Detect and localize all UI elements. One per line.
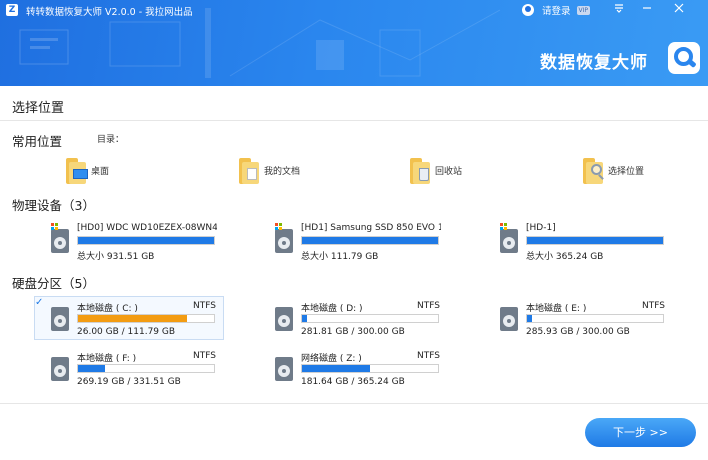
partition-c[interactable]: 本地磁盘 ( C: ) NTFS 26.00 GB / 111.79 GB (51, 301, 221, 341)
partition-name: 本地磁盘 ( E: ) (526, 304, 587, 314)
location-desktop[interactable]: 桌面 (64, 154, 109, 186)
device-name: [HD-1] (526, 223, 556, 233)
partition-size: 181.64 GB / 365.24 GB (301, 377, 405, 387)
close-icon[interactable] (672, 3, 686, 17)
partition-filesystem: NTFS (193, 351, 216, 361)
partition-name: 本地磁盘 ( C: ) (77, 304, 138, 314)
next-step-button[interactable]: 下一步 >> (585, 418, 696, 447)
hard-drive-icon (275, 229, 293, 253)
partition-f[interactable]: 本地磁盘 ( F: ) NTFS 269.19 GB / 331.51 GB (51, 351, 221, 391)
usage-fill (78, 315, 187, 322)
windows-logo-icon (500, 223, 507, 230)
partition-usage-bar (301, 364, 439, 373)
usage-fill (302, 315, 308, 322)
hard-drive-icon (500, 307, 518, 331)
location-recycle-bin[interactable]: 回收站 (408, 154, 462, 186)
app-name: 转转数据恢复大师 V2.0.0 (26, 7, 136, 18)
partition-size: 269.19 GB / 331.51 GB (77, 377, 181, 387)
partition-filesystem: NTFS (642, 301, 665, 311)
header-banner: Z 转转数据恢复大师 V2.0.0- 我拉网出品 请登录 VIP 数据恢复大师 (0, 0, 708, 86)
app-publisher: 我拉网出品 (145, 7, 193, 18)
hard-drive-icon (500, 229, 518, 253)
partition-filesystem: NTFS (417, 301, 440, 311)
title-separator: - (138, 7, 143, 18)
location-label: 选择位置 (608, 166, 645, 177)
login-label: 请登录 (542, 6, 571, 17)
partition-usage-bar (301, 314, 439, 323)
location-label: 桌面 (91, 166, 110, 177)
hard-drive-icon (51, 357, 69, 381)
physical-device-hd-1[interactable]: [HD-1] 总大小 365.24 GB (500, 223, 670, 263)
device-name: [HD1] Samsung SSD 850 EVO 1... (301, 223, 441, 233)
partitions-title: 硬盘分区（5） (12, 276, 95, 291)
location-documents[interactable]: 我的文档 (237, 154, 300, 186)
hard-drive-icon (51, 229, 69, 253)
physical-device-hd0[interactable]: [HD0] WDC WD10EZEX-08WN4... 总大小 931.51 G… (51, 223, 221, 263)
location-label: 我的文档 (264, 166, 301, 177)
device-name: [HD0] WDC WD10EZEX-08WN4... (77, 223, 217, 233)
windows-logo-icon (51, 223, 58, 230)
device-size: 总大小 931.51 GB (77, 252, 155, 262)
partition-name: 网络磁盘 ( Z: ) (301, 354, 362, 364)
partition-usage-bar (526, 314, 664, 323)
usage-fill (527, 315, 533, 322)
title-bar[interactable]: Z 转转数据恢复大师 V2.0.0- 我拉网出品 请登录 VIP (0, 0, 708, 20)
physical-device-hd1[interactable]: [HD1] Samsung SSD 850 EVO 1... 总大小 111.7… (275, 223, 445, 263)
partition-size: 26.00 GB / 111.79 GB (77, 327, 176, 337)
hard-drive-icon (275, 357, 293, 381)
divider (0, 120, 708, 121)
partition-usage-bar (77, 314, 215, 323)
browse-folder-icon (581, 156, 605, 184)
partition-e[interactable]: 本地磁盘 ( E: ) NTFS 285.93 GB / 300.00 GB (500, 301, 670, 341)
location-label: 回收站 (435, 166, 463, 177)
hard-drive-icon (275, 307, 293, 331)
vip-badge: VIP (576, 5, 591, 15)
partition-usage-bar (77, 364, 215, 373)
partition-size: 281.81 GB / 300.00 GB (301, 327, 405, 337)
partition-filesystem: NTFS (193, 301, 216, 311)
usage-fill (78, 365, 106, 372)
minimize-icon[interactable] (640, 3, 654, 17)
device-size: 总大小 365.24 GB (526, 252, 604, 262)
usage-fill (302, 365, 370, 372)
device-usage-bar (301, 236, 439, 245)
partition-filesystem: NTFS (417, 351, 440, 361)
usage-fill (302, 237, 438, 244)
device-usage-bar (77, 236, 215, 245)
common-locations-title: 常用位置 (12, 134, 63, 149)
usage-fill (78, 237, 214, 244)
login-button[interactable]: 请登录 VIP (522, 2, 591, 18)
partition-name: 本地磁盘 ( D: ) (301, 304, 363, 314)
app-logo-icon: Z (6, 4, 18, 16)
partition-z[interactable]: 网络磁盘 ( Z: ) NTFS 181.64 GB / 365.24 GB (275, 351, 445, 391)
page-title: 选择位置 (12, 101, 65, 116)
hard-drive-icon (51, 307, 69, 331)
brand-text: 数据恢复大师 (540, 53, 648, 73)
footer-divider (0, 403, 708, 404)
device-usage-bar (526, 236, 664, 245)
user-avatar-icon (522, 4, 534, 16)
partition-size: 285.93 GB / 300.00 GB (526, 327, 630, 337)
physical-devices-title: 物理设备（3） (12, 198, 95, 213)
usage-fill (527, 237, 663, 244)
desktop-folder-icon (64, 156, 88, 184)
checkmark-icon: ✓ (35, 297, 44, 308)
recycle-bin-folder-icon (408, 156, 432, 184)
brand-logo-icon (668, 42, 700, 74)
app-title: 转转数据恢复大师 V2.0.0- 我拉网出品 (26, 4, 193, 18)
partition-name: 本地磁盘 ( F: ) (77, 354, 137, 364)
menu-dropdown-icon[interactable] (612, 3, 626, 17)
directory-label: 目录： (97, 135, 125, 145)
partition-d[interactable]: 本地磁盘 ( D: ) NTFS 281.81 GB / 300.00 GB (275, 301, 445, 341)
device-size: 总大小 111.79 GB (301, 252, 379, 262)
windows-logo-icon (275, 223, 282, 230)
location-browse[interactable]: 选择位置 (581, 154, 644, 186)
documents-folder-icon (237, 156, 261, 184)
